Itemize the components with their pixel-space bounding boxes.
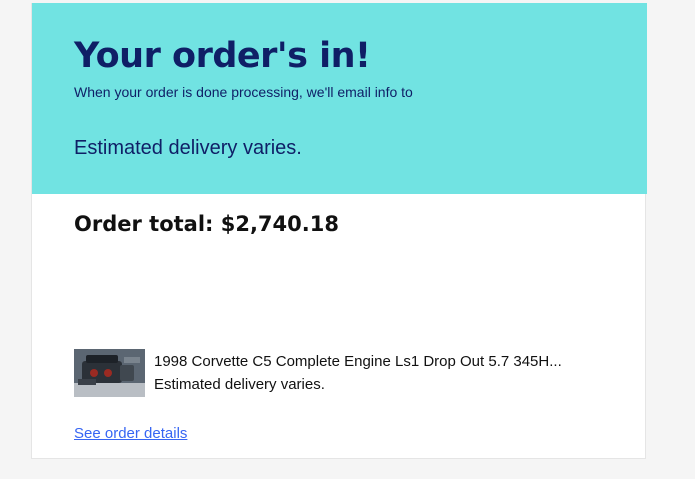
engine-photo-icon <box>74 349 145 397</box>
order-confirmation-card: Your order's in! When your order is done… <box>31 3 647 459</box>
page-title: Your order's in! <box>74 36 371 76</box>
item-title[interactable]: 1998 Corvette C5 Complete Engine Ls1 Dro… <box>154 352 562 372</box>
item-thumbnail[interactable] <box>74 349 145 397</box>
item-info: 1998 Corvette C5 Complete Engine Ls1 Dro… <box>154 352 562 396</box>
estimated-delivery-banner: Estimated delivery varies. <box>74 137 302 159</box>
order-total: Order total: $2,740.18 <box>74 212 339 236</box>
confirmation-banner: Your order's in! When your order is done… <box>32 3 647 194</box>
order-item: 1998 Corvette C5 Complete Engine Ls1 Dro… <box>74 349 562 399</box>
see-order-details-link[interactable]: See order details <box>74 425 187 442</box>
email-notice: When your order is done processing, we'l… <box>74 84 413 100</box>
item-delivery-estimate: Estimated delivery varies. <box>154 376 325 393</box>
